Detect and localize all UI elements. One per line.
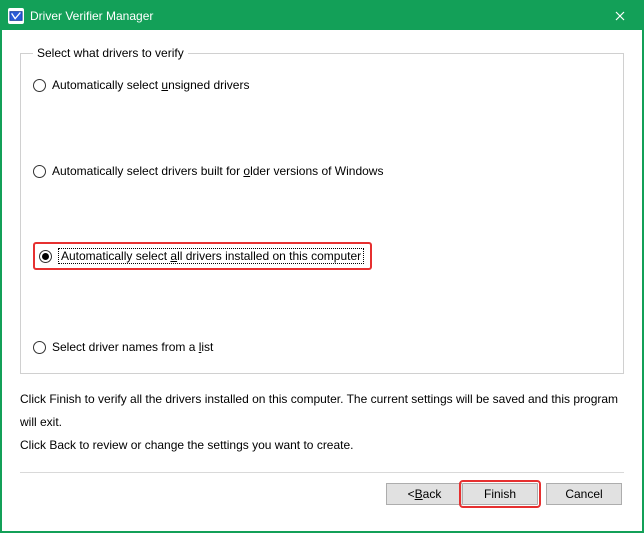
group-legend: Select what drivers to verify [33,46,188,60]
finish-button[interactable]: Finish [462,483,538,505]
instruction-line-1: Click Finish to verify all the drivers i… [20,388,624,434]
titlebar: Driver Verifier Manager [2,2,642,30]
radio-older[interactable]: Automatically select drivers built for o… [33,162,611,180]
radio-list-label: Select driver names from a list [52,340,213,354]
radio-icon [33,165,46,178]
close-button[interactable] [598,2,642,30]
instruction-text: Click Finish to verify all the drivers i… [20,388,624,456]
cancel-button[interactable]: Cancel [546,483,622,505]
radio-unsigned[interactable]: Automatically select unsigned drivers [33,76,611,94]
radio-icon [39,250,52,263]
radio-older-label: Automatically select drivers built for o… [52,164,383,178]
button-row: < Back Finish Cancel [20,483,624,505]
app-icon [8,8,24,24]
back-button[interactable]: < Back [386,483,462,505]
radio-all-label: Automatically select all drivers install… [61,249,361,263]
close-icon [615,11,625,21]
instruction-line-2: Click Back to review or change the setti… [20,434,624,457]
window-title: Driver Verifier Manager [30,9,598,23]
radio-icon [33,79,46,92]
focus-outline: Automatically select all drivers install… [58,248,364,264]
radio-list[interactable]: Select driver names from a list [33,338,611,356]
driver-select-group: Select what drivers to verify Automatica… [20,46,624,374]
separator [20,472,624,473]
radio-unsigned-label: Automatically select unsigned drivers [52,78,249,92]
dialog-content: Select what drivers to verify Automatica… [2,30,642,515]
radio-icon [33,341,46,354]
radio-all[interactable]: Automatically select all drivers install… [33,242,372,270]
back-finish-pair: < Back Finish [386,483,538,505]
